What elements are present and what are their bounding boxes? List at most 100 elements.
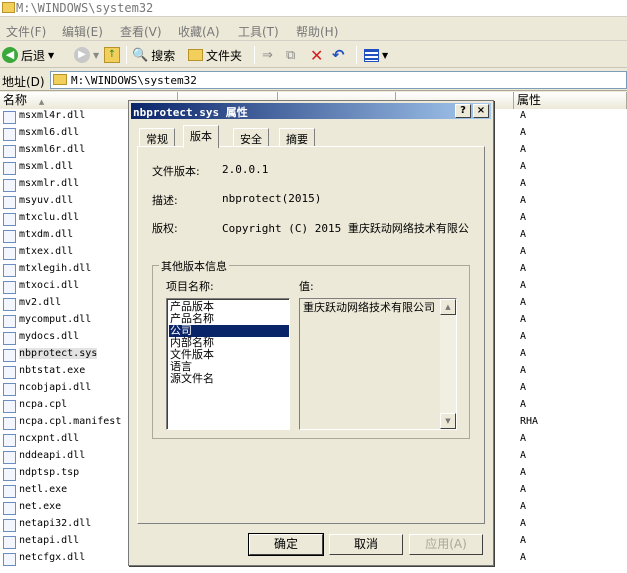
menu-edit[interactable]: 编辑(E) — [62, 23, 103, 40]
file-attributes: A — [520, 348, 527, 359]
column-name-label: 名称 — [3, 93, 28, 107]
file-name: nbtstat.exe — [19, 365, 86, 376]
folder-up-icon: ↑ — [104, 47, 120, 63]
column-attributes[interactable]: 属性 — [514, 92, 627, 109]
file-icon — [3, 502, 16, 515]
help-button[interactable]: ? — [455, 104, 471, 118]
file-attributes: A — [520, 195, 527, 206]
dialog-title: nbprotect.sys 属性 — [133, 106, 248, 119]
scroll-up-icon[interactable]: ▲ — [440, 299, 456, 315]
address-input[interactable]: M:\WINDOWS\system32 — [50, 71, 627, 89]
value-label: 值: — [299, 280, 314, 293]
file-icon — [3, 553, 16, 566]
file-attributes: A — [520, 161, 527, 172]
undo-button[interactable]: ↶ — [332, 45, 345, 65]
folder-icon — [2, 2, 15, 13]
version-tab-panel: 文件版本: 2.0.0.1 描述: nbprotect(2015) 版权: Co… — [137, 146, 485, 524]
ok-button[interactable]: 确定 — [248, 533, 324, 556]
address-bar: 地址(D) M:\WINDOWS\system32 — [0, 69, 627, 91]
back-label: 后退 — [21, 48, 46, 63]
file-attributes: A — [520, 246, 527, 257]
close-button[interactable]: × — [473, 104, 489, 118]
file-attributes: A — [520, 399, 527, 410]
file-name: ncpa.cpl — [19, 399, 68, 410]
file-attributes: A — [520, 518, 527, 529]
description-value: nbprotect(2015) — [222, 192, 322, 205]
tab-summary[interactable]: 摘要 — [279, 128, 315, 147]
window-title-bar: M:\WINDOWS\system32 — [0, 0, 627, 17]
file-name: msxml6.dll — [19, 127, 80, 138]
file-name: msxml6r.dll — [19, 144, 86, 155]
item-name-list[interactable]: 产品版本 产品名称 公司 内部名称 文件版本 语言 源文件名 — [166, 298, 290, 430]
back-arrow-icon: ◀ — [2, 47, 18, 63]
file-attributes: A — [520, 484, 527, 495]
menu-file[interactable]: 文件(F) — [6, 23, 46, 40]
folder-icon — [53, 74, 67, 85]
file-attributes: A — [520, 178, 527, 189]
file-attributes: A — [520, 297, 527, 308]
menu-favorites[interactable]: 收藏(A) — [178, 23, 220, 40]
copyright-value: Copyright (C) 2015 重庆跃动网络技术有限公 — [222, 222, 469, 235]
menu-tools[interactable]: 工具(T) — [238, 23, 279, 40]
scroll-down-icon[interactable]: ▼ — [440, 413, 456, 429]
column-attributes-label: 属性 — [517, 93, 542, 107]
copyright-label: 版权: — [152, 222, 178, 235]
file-icon — [3, 162, 16, 175]
file-icon — [3, 332, 16, 345]
apply-button[interactable]: 应用(A) — [409, 534, 483, 555]
file-name: msxml.dll — [19, 161, 74, 172]
file-name: msxml4r.dll — [19, 110, 86, 121]
file-attributes: A — [520, 365, 527, 376]
search-button[interactable]: 🔍 搜索 — [132, 45, 175, 65]
dropdown-arrow-icon[interactable]: ▼ — [48, 51, 54, 60]
file-name: netapi.dll — [19, 535, 80, 546]
file-icon — [3, 349, 16, 362]
file-name: mtxex.dll — [19, 246, 74, 257]
views-button[interactable]: ▼ — [364, 45, 388, 65]
file-icon — [3, 128, 16, 141]
copy-to-button[interactable]: ⧉ — [286, 45, 295, 65]
menu-help[interactable]: 帮助(H) — [296, 23, 338, 40]
dropdown-arrow-icon[interactable]: ▼ — [382, 51, 388, 60]
file-name: nbprotect.sys — [19, 348, 98, 359]
file-attributes: A — [520, 450, 527, 461]
file-attributes: A — [520, 229, 527, 240]
folders-button[interactable]: 文件夹 — [188, 45, 242, 65]
search-icon: 🔍 — [132, 47, 149, 63]
address-label: 地址(D) — [2, 75, 45, 89]
group-title: 其他版本信息 — [159, 258, 229, 274]
menu-view[interactable]: 查看(V) — [120, 23, 162, 40]
delete-button[interactable]: ✕ — [310, 45, 323, 65]
tab-general[interactable]: 常规 — [139, 128, 175, 147]
file-name: msyuv.dll — [19, 195, 74, 206]
file-icon — [3, 281, 16, 294]
value-scrollbar[interactable]: ▲ ▼ — [440, 299, 456, 429]
up-button[interactable]: ↑ — [104, 45, 120, 65]
forward-arrow-icon: ▶ — [74, 47, 90, 63]
file-name: ncpa.cpl.manifest — [19, 416, 122, 427]
value-textbox[interactable]: 重庆跃动网络技术有限公司 ▲ ▼ — [299, 298, 457, 430]
folders-label: 文件夹 — [206, 48, 243, 63]
folder-icon — [188, 49, 203, 61]
undo-icon: ↶ — [332, 46, 345, 64]
delete-x-icon: ✕ — [310, 45, 324, 65]
forward-button[interactable]: ▶ ▼ — [74, 45, 99, 65]
views-icon — [364, 48, 379, 62]
tab-version[interactable]: 版本 — [183, 125, 219, 148]
file-name: mtxlegih.dll — [19, 263, 92, 274]
tab-security[interactable]: 安全 — [233, 128, 269, 147]
file-icon — [3, 230, 16, 243]
file-name: nddeapi.dll — [19, 450, 86, 461]
back-button[interactable]: ◀ 后退 ▼ — [2, 45, 54, 65]
file-name: netapi32.dll — [19, 518, 92, 529]
cancel-button[interactable]: 取消 — [329, 534, 403, 555]
item-name-list-item[interactable]: 源文件名 — [169, 373, 289, 385]
file-name: mycomput.dll — [19, 314, 92, 325]
file-attributes: A — [520, 552, 527, 563]
move-to-button[interactable]: ⇒ — [262, 45, 273, 65]
window-title: M:\WINDOWS\system32 — [16, 1, 154, 15]
file-name: ncobjapi.dll — [19, 382, 92, 393]
dropdown-arrow-icon[interactable]: ▼ — [93, 51, 99, 60]
file-icon — [3, 451, 16, 464]
file-attributes: A — [520, 212, 527, 223]
